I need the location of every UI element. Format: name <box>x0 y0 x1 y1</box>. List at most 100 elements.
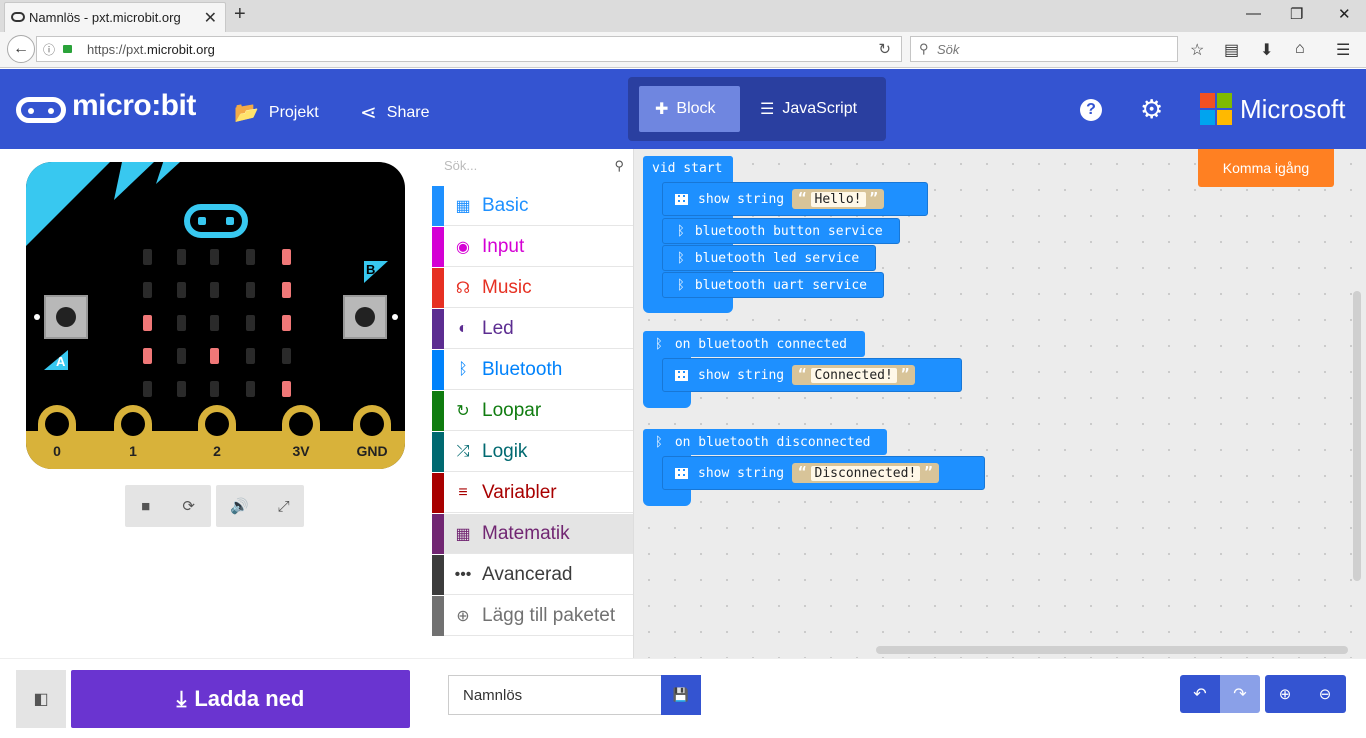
sim-run-controls: ■ ⟳ <box>125 485 211 527</box>
restore-icon[interactable]: ❐ <box>1290 5 1303 23</box>
new-tab-button[interactable]: + <box>234 3 246 26</box>
zoom-in-icon: ⊕ <box>1278 686 1292 703</box>
bluetooth-icon: ᛒ <box>655 336 663 352</box>
javascript-editor-button[interactable]: ☰ JavaScript <box>744 86 873 132</box>
category-music[interactable]: ☊ Music <box>432 267 633 308</box>
bt-led-service-block[interactable]: ᛒ bluetooth led service <box>662 245 876 271</box>
headphones-icon: ☊ <box>455 279 471 297</box>
bt-led-label: bluetooth led service <box>694 250 860 266</box>
string-value[interactable]: Connected! <box>810 367 897 383</box>
string-slot[interactable]: “Hello!” <box>792 189 884 209</box>
pin-4[interactable] <box>353 405 391 469</box>
gear-icon[interactable]: ⚙ <box>1140 94 1163 125</box>
category-led[interactable]: ◐ Led <box>432 308 633 349</box>
led-4-1 <box>177 381 186 397</box>
board-corner-decoration <box>26 162 110 246</box>
info-icon[interactable]: ⓘ <box>43 41 55 58</box>
category-logik[interactable]: ⤮ Logik <box>432 431 633 472</box>
zoom-out-button[interactable]: ⊖ <box>1305 675 1345 713</box>
category-basic[interactable]: ▦ Basic <box>432 185 633 226</box>
undo-button[interactable]: ↶ <box>1180 675 1220 713</box>
category-lägg-till-paketet[interactable]: ⊕ Lägg till paketet <box>432 595 633 636</box>
led-3-4 <box>282 348 291 364</box>
search-icon: ⚲ <box>919 41 929 56</box>
led-4-3 <box>246 381 255 397</box>
vertical-scrollbar[interactable] <box>1353 291 1361 581</box>
toolbox: Sök... ⚲ ▦ Basic ◉ Input ☊ Music ◐ Led ᛒ Bluetoot… <box>432 149 634 658</box>
show-string-block[interactable]: show string “Hello!” <box>662 182 928 216</box>
download-button[interactable]: ⤓ Ladda ned <box>71 670 410 728</box>
on-connected-header[interactable]: ᛒ on bluetooth connected <box>643 331 865 357</box>
led-4-2 <box>210 381 219 397</box>
toolbox-search-input[interactable]: Sök... ⚲ <box>432 149 634 185</box>
led-0-1 <box>177 249 186 265</box>
category-label: Lägg till paketet <box>482 604 616 626</box>
blocks-workspace[interactable]: vid start show string “Hello!” ᛒ bluetoot… <box>634 149 1366 658</box>
pin-1[interactable] <box>114 405 152 469</box>
category-input[interactable]: ◉ Input <box>432 226 633 267</box>
category-loopar[interactable]: ↻ Loopar <box>432 390 633 431</box>
string-value[interactable]: Hello! <box>810 191 866 207</box>
library-icon[interactable]: ▤ <box>1224 40 1239 60</box>
pin-3[interactable] <box>282 405 320 469</box>
string-slot[interactable]: “Connected!” <box>792 365 916 385</box>
microsoft-logo-icon[interactable] <box>1200 93 1232 125</box>
home-icon[interactable]: ⌂ <box>1295 40 1305 58</box>
back-button[interactable]: ← <box>7 35 35 63</box>
category-matematik[interactable]: ▦ Matematik <box>432 513 633 554</box>
help-icon[interactable]: ? <box>1080 99 1102 121</box>
pin-2[interactable] <box>198 405 236 469</box>
string-value[interactable]: Disconnected! <box>810 465 921 481</box>
project-name-input[interactable]: Namnlös <box>448 675 662 715</box>
bookmark-star-icon[interactable]: ☆ <box>1190 40 1204 60</box>
stop-icon[interactable]: ■ <box>141 498 150 515</box>
on-start-header[interactable]: vid start <box>643 156 733 180</box>
address-bar[interactable]: ⓘ https://pxt.microbit.org ↻ <box>36 36 902 62</box>
window-close-icon[interactable]: ✕ <box>1338 5 1351 23</box>
save-button[interactable]: 💾 <box>661 675 701 715</box>
bt-uart-label: bluetooth uart service <box>694 277 867 293</box>
collapse-simulator-button[interactable]: ◧ <box>16 670 66 728</box>
download-icon[interactable]: ⬇ <box>1260 40 1273 60</box>
toolbox-search-placeholder: Sök... <box>444 158 478 173</box>
redo-button[interactable]: ↷ <box>1220 675 1260 713</box>
logo-text[interactable]: micro:bit <box>72 89 196 123</box>
close-tab-icon[interactable]: ✕ <box>204 8 217 28</box>
block-editor-button[interactable]: ✚ Block <box>639 86 740 132</box>
button-b[interactable] <box>343 295 387 339</box>
minimize-icon[interactable]: — <box>1246 5 1261 22</box>
restart-icon[interactable]: ⟳ <box>182 497 195 515</box>
zoom-in-button[interactable]: ⊕ <box>1265 675 1305 713</box>
menu-icon[interactable]: ☰ <box>1336 40 1350 60</box>
button-b-dot <box>392 314 398 320</box>
show-string-block[interactable]: show string “Disconnected!” <box>662 456 985 490</box>
reload-icon[interactable]: ↻ <box>878 40 891 58</box>
share-button[interactable]: ⋖ Share <box>360 100 429 125</box>
led-0-4 <box>282 249 291 265</box>
projects-button[interactable]: 📂 Projekt <box>234 100 319 125</box>
category-bluetooth[interactable]: ᛒ Bluetooth <box>432 349 633 390</box>
microsoft-label[interactable]: Microsoft <box>1240 94 1345 125</box>
get-started-button[interactable]: Komma igång <box>1198 149 1334 187</box>
horizontal-scrollbar[interactable] <box>876 646 1348 654</box>
bt-button-service-block[interactable]: ᛒ bluetooth button service <box>662 218 900 244</box>
category-avancerad[interactable]: ••• Avancerad <box>432 554 633 595</box>
category-color-bar <box>432 226 444 267</box>
sound-icon[interactable]: 🔊 <box>230 497 249 515</box>
category-variabler[interactable]: ≡ Variabler <box>432 472 633 513</box>
fullscreen-icon[interactable]: ⤢ <box>278 498 290 515</box>
microbit-logo-icon[interactable] <box>16 97 66 123</box>
browser-tab[interactable]: Namnlös - pxt.microbit.org ✕ <box>4 2 226 32</box>
folder-icon: 📂 <box>234 102 259 124</box>
shuffle-icon: ⤮ <box>456 442 470 460</box>
on-disconnected-header[interactable]: ᛒ on bluetooth disconnected <box>643 429 887 455</box>
pin-0[interactable] <box>38 405 76 469</box>
search-input[interactable]: ⚲ Sök <box>910 36 1178 62</box>
show-string-block[interactable]: show string “Connected!” <box>662 358 962 392</box>
on-start-label: vid start <box>652 160 723 176</box>
button-b-label: B <box>366 262 376 277</box>
led-3-0 <box>143 348 152 364</box>
button-a[interactable] <box>44 295 88 339</box>
string-slot[interactable]: “Disconnected!” <box>792 463 939 483</box>
bt-uart-service-block[interactable]: ᛒ bluetooth uart service <box>662 272 884 298</box>
